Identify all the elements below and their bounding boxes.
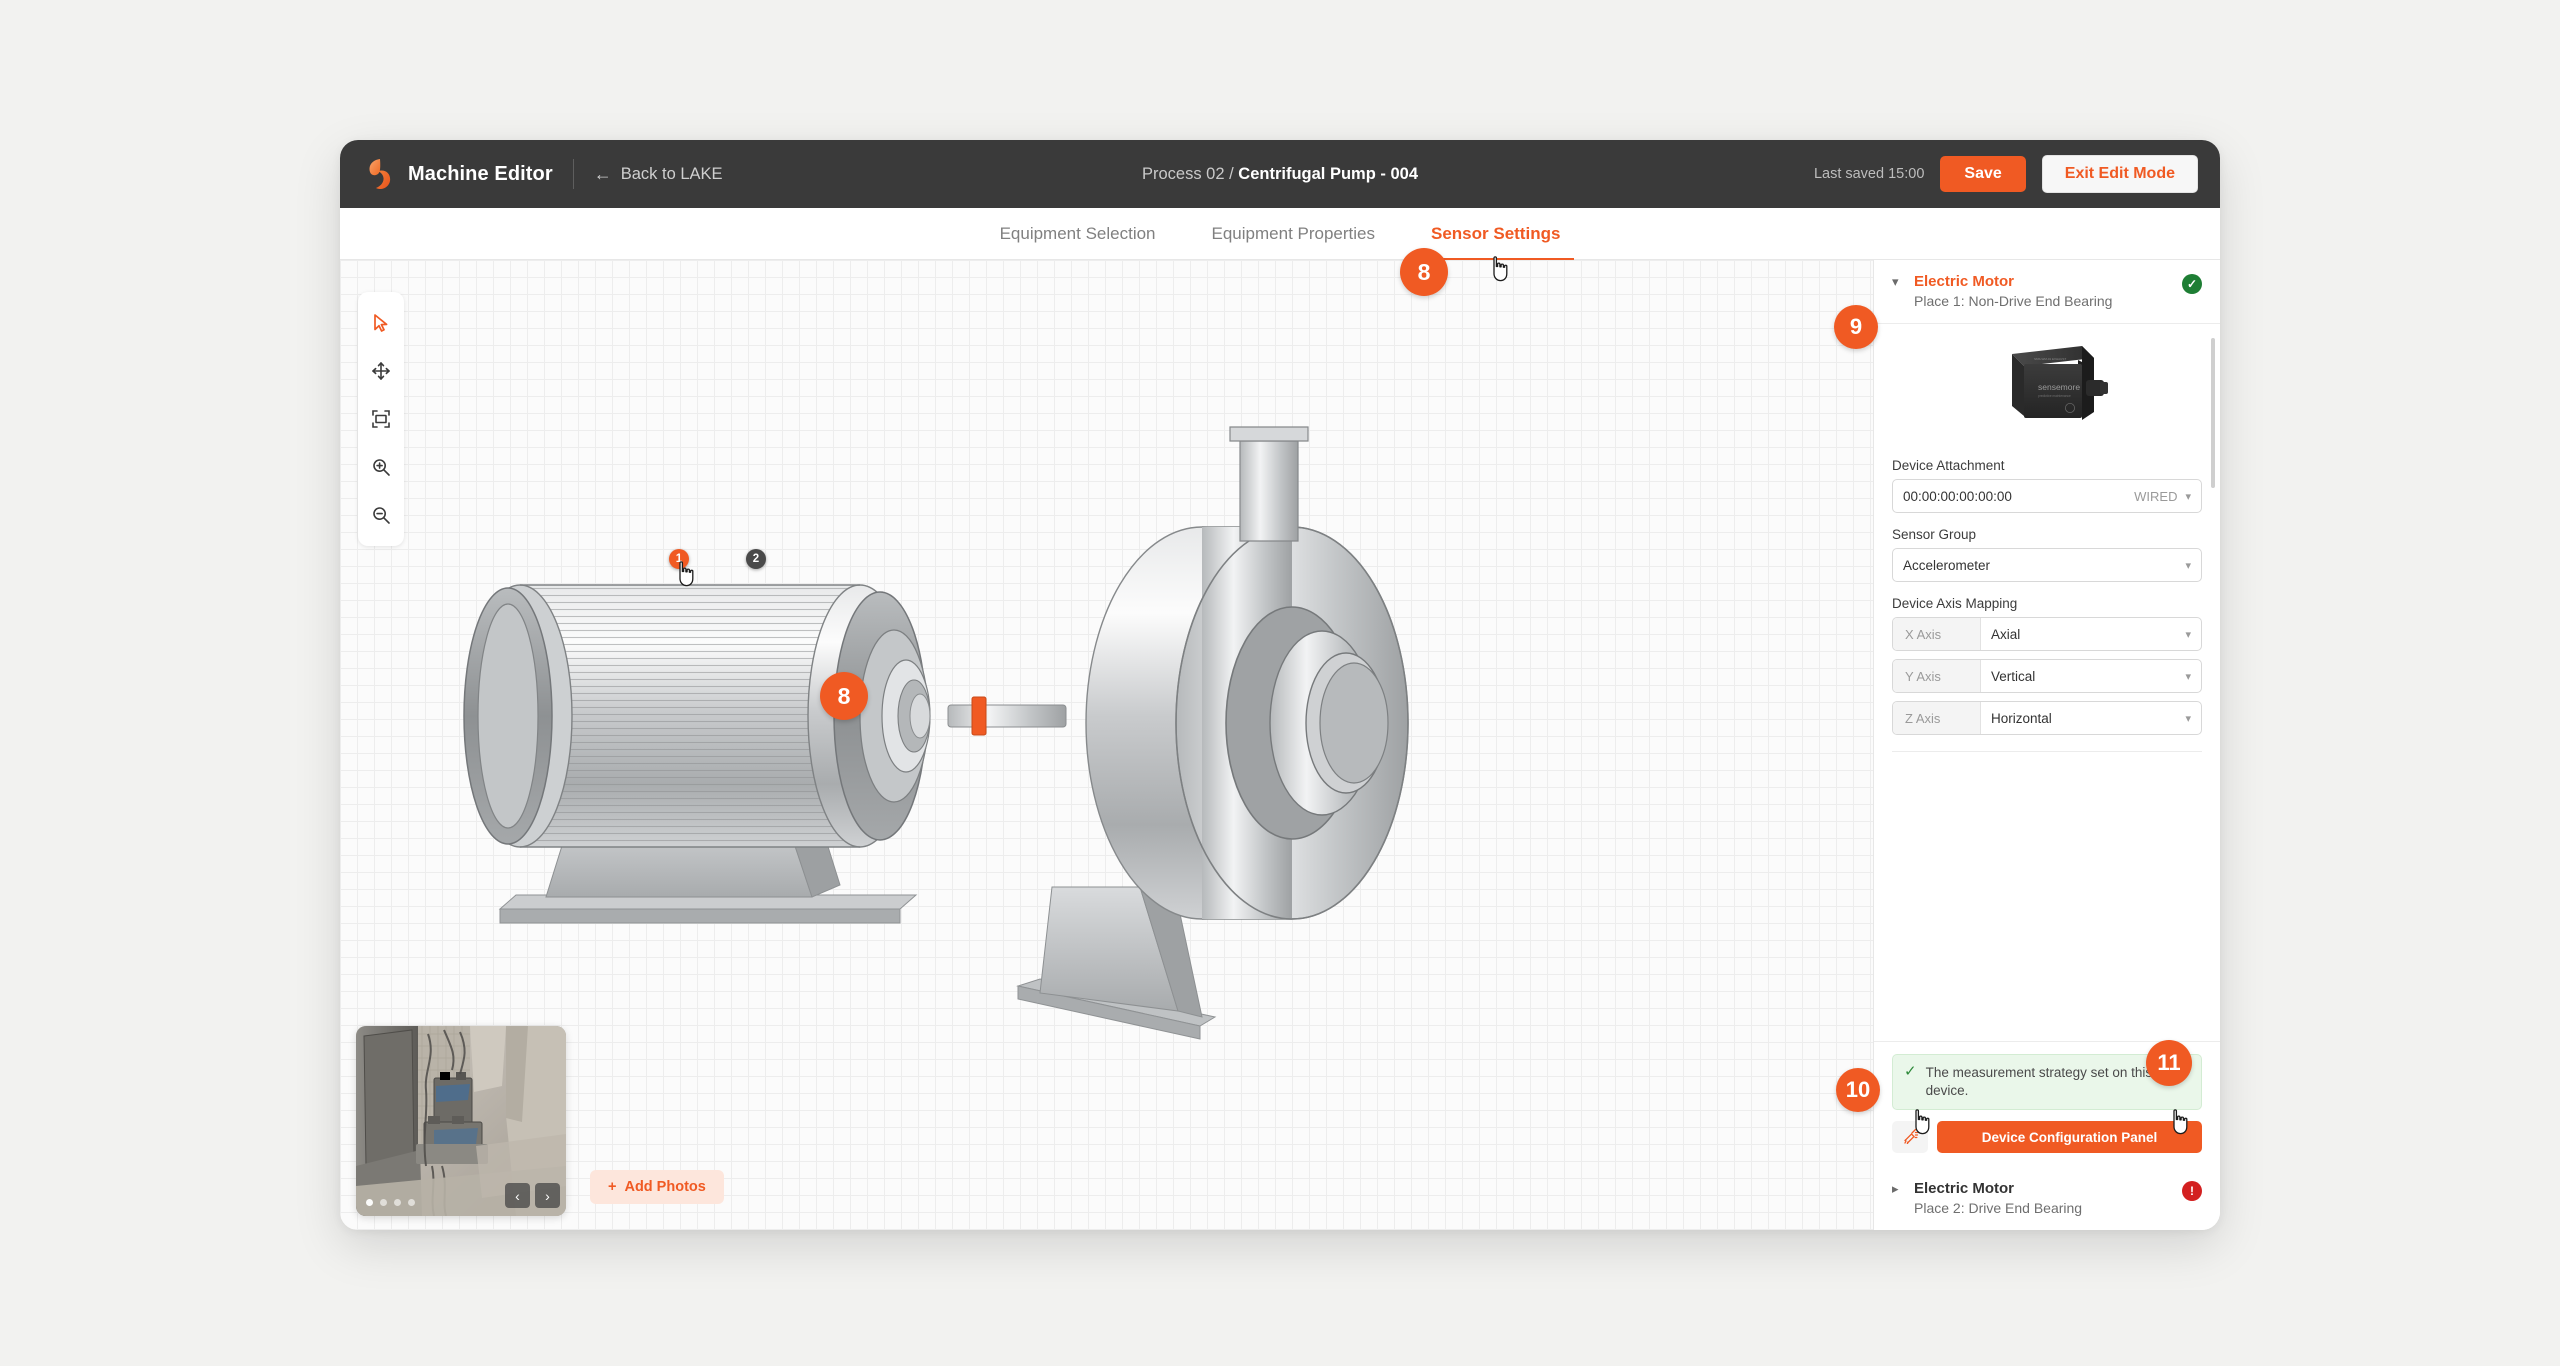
machine-sensor-marker-1[interactable]: 1: [669, 549, 689, 569]
axis-z-label: Z Axis: [1893, 702, 1981, 734]
svg-text:predictive maintenance: predictive maintenance: [2038, 394, 2071, 398]
step-badge-9-panel: 9: [1834, 305, 1878, 349]
check-circle-icon: ✓: [2182, 274, 2202, 294]
device-panel-electric-motor-1[interactable]: ▾ Electric Motor Place 1: Non-Drive End …: [1874, 260, 2220, 324]
chevron-down-icon: ▾: [1892, 273, 1899, 289]
chevron-right-icon: ▸: [1892, 1180, 1899, 1196]
chevron-down-icon: ▾: [2185, 670, 2191, 683]
centrifugal-pump-assembly[interactable]: 1 2: [340, 260, 1873, 1230]
breadcrumb-prefix: Process 02 /: [1142, 164, 1239, 183]
device-attachment-value: 00:00:00:00:00:00: [1903, 488, 2012, 504]
machine-sensor-marker-2[interactable]: 2: [746, 549, 766, 569]
step-badge-10-clear: 10: [1836, 1068, 1880, 1112]
sensor-group-select[interactable]: Accelerometer ▾: [1892, 548, 2202, 582]
drive-shaft: [947, 696, 1067, 736]
back-to-lake-label: Back to LAKE: [620, 164, 723, 183]
machine-canvas[interactable]: 1 2 ‹ › + Add Photos: [340, 260, 1873, 1230]
axis-mapping-x[interactable]: X Axis Axial ▾: [1892, 617, 2202, 651]
add-photos-button[interactable]: + Add Photos: [590, 1170, 724, 1204]
photo-pagination-dots: [366, 1199, 415, 1206]
photo-thumbnail[interactable]: ‹ ›: [356, 1026, 566, 1216]
panel-scrollbar-thumb[interactable]: [2211, 338, 2215, 488]
device-1-place: Place 1: Non-Drive End Bearing: [1914, 293, 2113, 309]
chevron-down-icon: ▾: [2185, 712, 2191, 725]
axis-mapping-y[interactable]: Y Axis Vertical ▾: [1892, 659, 2202, 693]
device-settings-scroll[interactable]: sensemore predictive maintenance SMS-WM-…: [1874, 324, 2220, 1041]
svg-text:sensemore: sensemore: [2038, 382, 2080, 392]
arrow-left-icon: ←: [593, 164, 612, 184]
panel-divider: [1892, 751, 2202, 752]
step-badge-8-tab: 8: [1400, 248, 1448, 296]
header-actions: Last saved 15:00 Save Exit Edit Mode: [1814, 155, 2198, 193]
step-badge-8-canvas: 8: [820, 672, 868, 720]
sensor-group-label: Sensor Group: [1892, 527, 1977, 542]
tab-equipment-properties[interactable]: Equipment Properties: [1212, 208, 1375, 260]
clear-strategy-icon: [1902, 1127, 1919, 1147]
device-attachment-input[interactable]: 00:00:00:00:00:00 WIRED ▾: [1892, 479, 2202, 513]
device-attachment-type: WIRED: [2134, 488, 2178, 504]
panel-scrollbar[interactable]: [2211, 338, 2215, 1027]
machine-illustration: [463, 426, 1409, 1040]
last-saved-label: Last saved 15:00: [1813, 166, 1925, 182]
brand: Machine Editor: [366, 157, 553, 191]
device-fields: Device Attachment 00:00:00:00:00:00 WIRE…: [1874, 458, 2220, 752]
clear-strategy-button[interactable]: [1892, 1121, 1928, 1153]
axis-z-value: Horizontal: [1991, 710, 2052, 726]
chevron-down-icon: ▾: [2185, 490, 2191, 503]
sensemore-sensor-device: sensemore predictive maintenance SMS-WM-…: [1874, 324, 2220, 444]
photo-prev-button[interactable]: ‹: [505, 1183, 530, 1208]
device-2-place: Place 2: Drive End Bearing: [1914, 1200, 2083, 1216]
breadcrumb-current: Centrifugal Pump - 004: [1238, 164, 1418, 183]
tab-equipment-selection[interactable]: Equipment Selection: [1000, 208, 1156, 260]
electric-motor: [463, 584, 931, 924]
axis-y-label: Y Axis: [1893, 660, 1981, 692]
axis-mapping-z[interactable]: Z Axis Horizontal ▾: [1892, 701, 2202, 735]
photo-nav: ‹ ›: [505, 1183, 560, 1208]
device-panel-electric-motor-2[interactable]: ▸ Electric Motor Place 2: Drive End Bear…: [1874, 1167, 2220, 1230]
device-configuration-panel-button[interactable]: Device Configuration Panel: [1937, 1121, 2202, 1153]
axis-x-label: X Axis: [1893, 618, 1981, 650]
pump-housing: [1016, 426, 1409, 1040]
tab-sensor-settings[interactable]: Sensor Settings: [1416, 208, 1575, 261]
add-photos-label: Add Photos: [624, 1179, 706, 1195]
sensor-group-value: Accelerometer: [1903, 557, 1991, 573]
alert-circle-icon: !: [2182, 1181, 2202, 1201]
tab-bar: Equipment Selection Equipment Properties…: [340, 208, 2220, 261]
editor-body: 1 2 ‹ › + Add Photos ▾ Electric Motor Pl…: [340, 260, 2220, 1230]
axis-y-value: Vertical: [1991, 668, 2036, 684]
save-button[interactable]: Save: [1940, 156, 2026, 192]
device-2-name: Electric Motor: [1914, 1180, 2015, 1197]
back-to-lake-link[interactable]: ← Back to LAKE: [594, 165, 723, 184]
header-divider: [572, 159, 574, 189]
device-axis-mapping-label: Device Axis Mapping: [1892, 596, 2018, 611]
axis-x-value: Axial: [1991, 626, 2021, 642]
photo-next-button[interactable]: ›: [535, 1183, 560, 1208]
plus-icon: +: [608, 1179, 617, 1195]
app-header: Machine Editor ← Back to LAKE Process 02…: [340, 140, 2220, 208]
exit-edit-mode-button[interactable]: Exit Edit Mode: [2041, 155, 2198, 193]
app-title: Machine Editor: [408, 162, 553, 185]
chevron-down-icon: ▾: [2185, 559, 2191, 572]
sensemore-logo-icon: [366, 157, 396, 191]
check-icon: ✓: [1904, 1062, 1917, 1080]
svg-text:SMS-WM-01 EXHAUST: SMS-WM-01 EXHAUST: [2034, 357, 2066, 361]
step-badge-11-alert: 11: [2146, 1040, 2192, 1086]
device-1-name: Electric Motor: [1914, 273, 2015, 290]
chevron-down-icon: ▾: [2185, 628, 2191, 641]
machine-editor-window: Machine Editor ← Back to LAKE Process 02…: [340, 140, 2220, 1230]
device-attachment-label: Device Attachment: [1892, 458, 2005, 473]
